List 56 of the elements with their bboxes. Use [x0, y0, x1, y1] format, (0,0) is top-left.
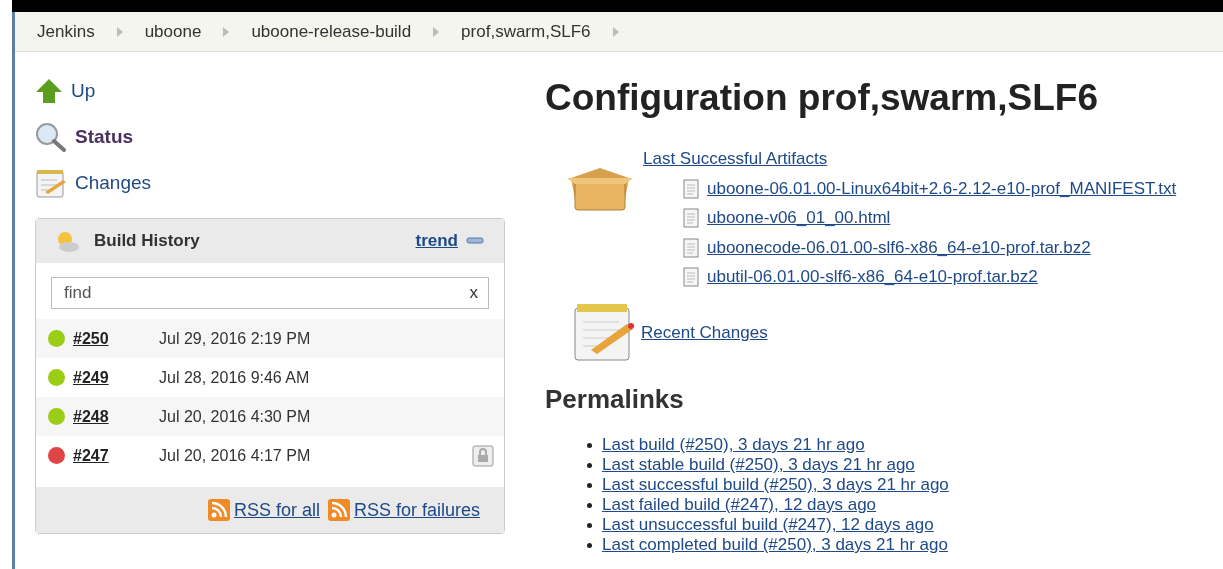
- rss-icon: [207, 499, 230, 521]
- trend-link[interactable]: trend: [415, 228, 458, 254]
- sidebar-link[interactable]: Up: [35, 68, 505, 114]
- notepad-icon: [35, 168, 67, 198]
- chevron-icon: [612, 26, 619, 37]
- file-link[interactable]: uboone-v06_01_00.html: [707, 205, 891, 231]
- bullet-icon: [587, 483, 592, 489]
- bullet-icon: [587, 443, 592, 449]
- permalink-link[interactable]: Last completed build (#250), 3 days 21 hr ago: [602, 535, 948, 555]
- sidebar-link[interactable]: Changes: [35, 160, 505, 206]
- search-field[interactable]: find x: [51, 277, 489, 309]
- build-date: Jul 20, 2016 4:17 PM: [159, 445, 311, 466]
- magnifier-icon: [35, 122, 67, 152]
- file-icon: [683, 267, 699, 288]
- permalink-link[interactable]: Last successful build (#250), 3 days 21 hr ago: [602, 475, 949, 495]
- breadcrumb-link[interactable]: prof,swarm,SLF6: [461, 18, 591, 45]
- build-date: Jul 28, 2016 9:46 AM: [159, 367, 310, 388]
- chevron-icon: [116, 26, 123, 37]
- build-link[interactable]: #247: [73, 443, 159, 468]
- rss-link[interactable]: RSS for all: [233, 496, 320, 524]
- file-icon: [683, 237, 699, 258]
- build-link[interactable]: #250: [73, 326, 159, 351]
- build-link[interactable]: #249: [73, 365, 159, 390]
- permalink-link[interactable]: Last build (#250), 3 days 21 hr ago: [602, 435, 865, 455]
- breadcrumb-link[interactable]: Jenkins: [37, 18, 95, 45]
- rss-icon: [327, 499, 350, 521]
- permalink-link[interactable]: Last stable build (#250), 3 days 21 hr ago: [602, 455, 915, 475]
- file-link[interactable]: ubutil-06.01.00-slf6-x86_64-e10-prof.tar.bz2: [707, 264, 1038, 290]
- clear-button[interactable]: x: [469, 280, 478, 306]
- chevron-icon: [223, 26, 230, 37]
- bullet-icon: [587, 463, 592, 469]
- file-link[interactable]: uboone-06.01.00-Linux64bit+2.6-2.12-e10-prof_MANIFEST.txt: [707, 175, 1177, 202]
- panel-title: Build History: [94, 230, 200, 253]
- bullet-icon: [587, 543, 592, 549]
- file-icon: [683, 178, 699, 199]
- bullet-icon: [587, 523, 592, 529]
- page-title: Configuration prof,swarm,SLF6: [545, 76, 1099, 120]
- rss-link[interactable]: RSS for failures: [353, 496, 480, 524]
- collapse-icon: [466, 237, 484, 245]
- build-date: Jul 20, 2016 4:30 PM: [159, 406, 311, 427]
- file-link[interactable]: uboonecode-06.01.00-slf6-x86_64-e10-prof.tar.bz2: [707, 234, 1091, 261]
- sidebar-link[interactable]: Status: [35, 114, 505, 160]
- chevron-icon: [433, 26, 440, 37]
- build-link[interactable]: #248: [73, 404, 159, 429]
- breadcrumb-link[interactable]: uboone-release-build: [251, 18, 412, 45]
- build-date: Jul 29, 2016 2:19 PM: [159, 328, 311, 349]
- breadcrumb-link[interactable]: uboone: [144, 18, 202, 45]
- bullet-icon: [587, 503, 592, 509]
- section-heading: Permalinks: [545, 383, 685, 416]
- permalink-link[interactable]: Last unsuccessful build (#247), 12 days ago: [602, 515, 934, 535]
- notepad-icon: [571, 301, 637, 364]
- up-arrow-icon: [35, 78, 63, 104]
- artifacts-link[interactable]: Last Successful Artifacts: [643, 146, 1177, 172]
- permalink-link[interactable]: Last failed build (#247), 12 days ago: [602, 495, 877, 515]
- file-icon: [683, 208, 699, 229]
- recent-changes-link[interactable]: Recent Changes: [641, 320, 768, 346]
